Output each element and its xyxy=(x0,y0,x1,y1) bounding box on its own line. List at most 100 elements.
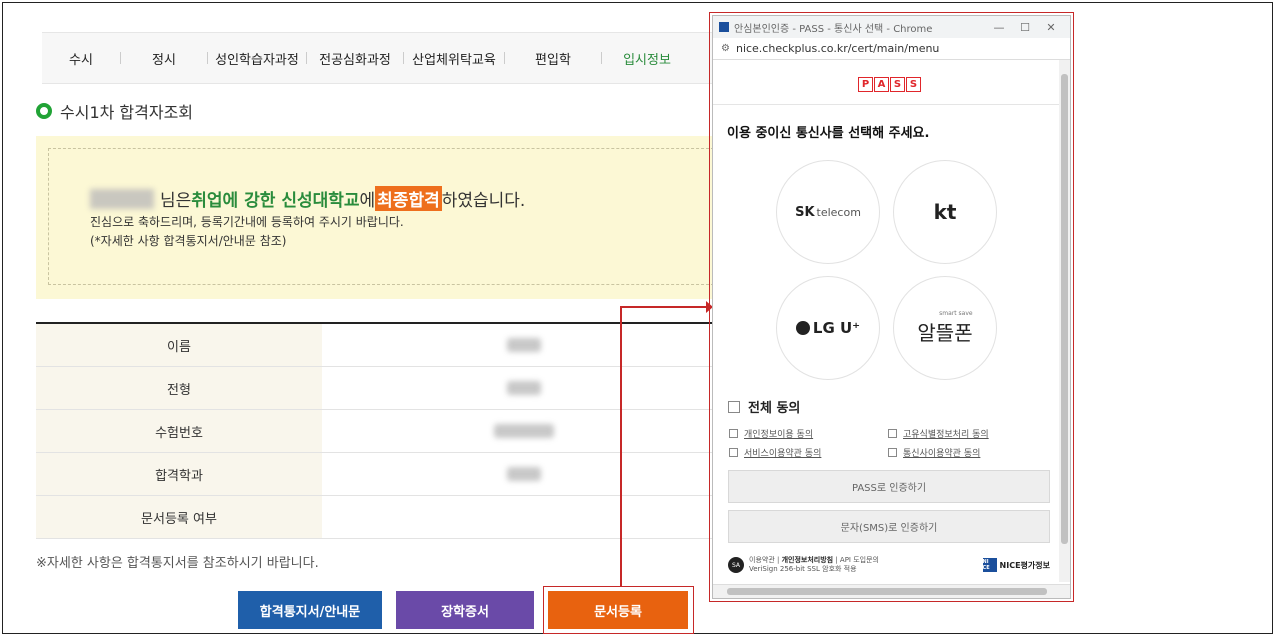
row-value xyxy=(322,367,726,409)
message-part: 하였습니다. xyxy=(441,191,526,211)
mvno-logo: smart save 알뜰폰 xyxy=(917,310,972,346)
vertical-scrollbar-thumb[interactable] xyxy=(1061,74,1068,544)
window-titlebar: 안심본인인증 - PASS - 통신사 선택 - Chrome — ☐ ✕ xyxy=(713,16,1070,38)
agreement-item[interactable]: 통신사이용약관 동의 xyxy=(888,446,980,459)
agreement-item[interactable]: 서비스이용약관 동의 xyxy=(729,446,821,459)
scholarship-certificate-button[interactable]: 장학증서 xyxy=(396,591,534,629)
final-pass-highlight: 최종합격 xyxy=(375,186,442,211)
terms-link[interactable]: 이용약관 xyxy=(749,556,775,564)
sk-telecom-logo: SK telecom xyxy=(795,205,861,220)
agreement-checkbox[interactable] xyxy=(888,448,897,457)
congrats-text: 진심으로 축하드리며, 등록기간내에 등록하여 주시기 바랍니다. xyxy=(90,215,404,229)
pass-auth-popup: 안심본인인증 - PASS - 통신사 선택 - Chrome — ☐ ✕ ⚙ … xyxy=(712,15,1071,599)
carrier-sk-telecom[interactable]: SK telecom xyxy=(776,160,880,264)
agreement-link[interactable]: 고유식별정보처리 동의 xyxy=(903,427,989,440)
lg-logo-text: LG U⁺ xyxy=(812,319,861,337)
window-title: 안심본인인증 - PASS - 통신사 선택 - Chrome xyxy=(734,23,933,35)
section-title-text: 수시1차 합격자조회 xyxy=(60,103,194,122)
agree-all-label: 전체 동의 xyxy=(748,401,801,416)
close-icon[interactable]: ✕ xyxy=(1038,21,1064,34)
blurred-value xyxy=(494,424,554,438)
result-message: 님은 취업에 강한 신성대학교 에 최종합격 하였습니다. xyxy=(90,186,525,211)
agree-all-checkbox[interactable] xyxy=(728,400,740,413)
nav-item-transfer[interactable]: 편입학 xyxy=(505,33,601,83)
divider xyxy=(713,104,1061,105)
footnote: ※자세한 사항은 합격통지서를 참조하시기 바랍니다. xyxy=(36,556,319,571)
address-bar[interactable]: ⚙ nice.checkplus.co.kr/cert/main/menu xyxy=(713,38,1070,60)
message-part: 님은 xyxy=(160,191,192,211)
top-nav: 수시 정시 성인학습자과정 전공심화과정 산업체위탁교육 편입학 입시정보 xyxy=(42,32,722,84)
agreement-item[interactable]: 고유식별정보처리 동의 xyxy=(888,427,989,440)
nice-logo: NI CE NICE평가정보 xyxy=(982,558,1050,573)
minimize-icon[interactable]: — xyxy=(986,21,1012,34)
blurred-value xyxy=(507,467,541,481)
row-header-type: 전형 xyxy=(36,367,322,409)
horizontal-scrollbar[interactable] xyxy=(713,584,1070,598)
agreement-checkbox[interactable] xyxy=(729,429,738,438)
row-value xyxy=(322,410,726,452)
agreement-link[interactable]: 통신사이용약관 동의 xyxy=(903,446,980,459)
logo-letter: S xyxy=(906,77,921,92)
annotation-connector-line xyxy=(620,306,708,308)
footer-links: 이용약관 | 개인정보처리방침 | API 도입문의 VeriSign 256-… xyxy=(749,556,879,574)
table-row: 전형 xyxy=(36,367,726,410)
agreement-item[interactable]: 개인정보이용 동의 xyxy=(729,427,813,440)
message-part: 에 xyxy=(359,191,376,211)
nav-item-jeongsi[interactable]: 정시 xyxy=(121,33,207,83)
blurred-applicant-name xyxy=(90,188,154,209)
ssl-text: VeriSign 256-bit SSL 암호화 적용 xyxy=(749,565,857,574)
carrier-mvno[interactable]: smart save 알뜰폰 xyxy=(893,276,997,380)
sk-logo-main: SK xyxy=(795,204,815,220)
agree-all-row[interactable]: 전체 동의 xyxy=(728,397,800,416)
carrier-kt[interactable]: kt xyxy=(893,160,997,264)
nav-item-industry-commission[interactable]: 산업체위탁교육 xyxy=(404,33,504,83)
screenshot-frame xyxy=(2,2,1273,634)
horizontal-scrollbar-thumb[interactable] xyxy=(727,588,1047,595)
lg-face-icon xyxy=(795,321,810,335)
kt-logo: kt xyxy=(933,200,957,224)
row-header-department: 합격학과 xyxy=(36,453,322,495)
blurred-value xyxy=(507,338,541,352)
sms-auth-button[interactable]: 문자(SMS)로 인증하기 xyxy=(728,510,1050,543)
popup-footer: SA 이용약관 | 개인정보처리방침 | API 도입문의 VeriSign 2… xyxy=(728,556,1050,574)
agreement-checkbox[interactable] xyxy=(729,448,738,457)
nice-mark-icon: NI CE xyxy=(982,558,997,573)
blurred-value xyxy=(507,381,541,395)
row-value xyxy=(322,324,726,366)
pass-auth-button[interactable]: PASS로 인증하기 xyxy=(728,470,1050,503)
sa-badge-icon: SA xyxy=(728,557,744,574)
row-value xyxy=(322,453,726,495)
site-settings-icon[interactable]: ⚙ xyxy=(721,43,730,54)
nav-item-adult-learner[interactable]: 성인학습자과정 xyxy=(208,33,306,83)
nav-item-susi[interactable]: 수시 xyxy=(42,33,120,83)
maximize-icon[interactable]: ☐ xyxy=(1012,21,1038,34)
popup-content: P A S S 이용 중이신 통신사를 선택해 주세요. SK telecom … xyxy=(713,60,1061,582)
carrier-lg-uplus[interactable]: LG U⁺ xyxy=(776,276,880,380)
logo-letter: A xyxy=(874,77,889,92)
circle-bullet-icon xyxy=(36,103,52,119)
agreement-link[interactable]: 개인정보이용 동의 xyxy=(744,427,813,440)
agreement-checkbox[interactable] xyxy=(888,429,897,438)
agreement-link[interactable]: 서비스이용약관 동의 xyxy=(744,446,821,459)
api-link[interactable]: API 도입문의 xyxy=(840,556,879,564)
row-header-doc-status: 문서등록 여부 xyxy=(36,496,322,538)
site-favicon-icon xyxy=(719,22,729,32)
annotation-highlight-box xyxy=(543,586,694,634)
row-header-name: 이름 xyxy=(36,324,322,366)
logo-letter: P xyxy=(858,77,873,92)
nav-item-admission-info[interactable]: 입시정보 xyxy=(602,33,692,83)
table-row: 문서등록 여부 xyxy=(36,496,726,539)
sk-logo-sub: telecom xyxy=(816,205,861,219)
nav-item-advanced-major[interactable]: 전공심화과정 xyxy=(307,33,403,83)
table-row: 수험번호 xyxy=(36,410,726,453)
notice-document-button[interactable]: 합격통지서/안내문 xyxy=(238,591,382,629)
privacy-link[interactable]: 개인정보처리방침 xyxy=(782,556,834,564)
annotation-connector-line xyxy=(620,306,622,586)
reference-text: (*자세한 사항 합격통지서/안내문 참조) xyxy=(90,234,287,248)
pass-logo: P A S S xyxy=(858,77,921,92)
url-text: nice.checkplus.co.kr/cert/main/menu xyxy=(735,42,940,55)
table-row: 이름 xyxy=(36,324,726,367)
logo-letter: S xyxy=(890,77,905,92)
section-title: 수시1차 합격자조회 xyxy=(36,99,193,123)
mvno-logo-text: 알뜰폰 xyxy=(917,321,973,345)
